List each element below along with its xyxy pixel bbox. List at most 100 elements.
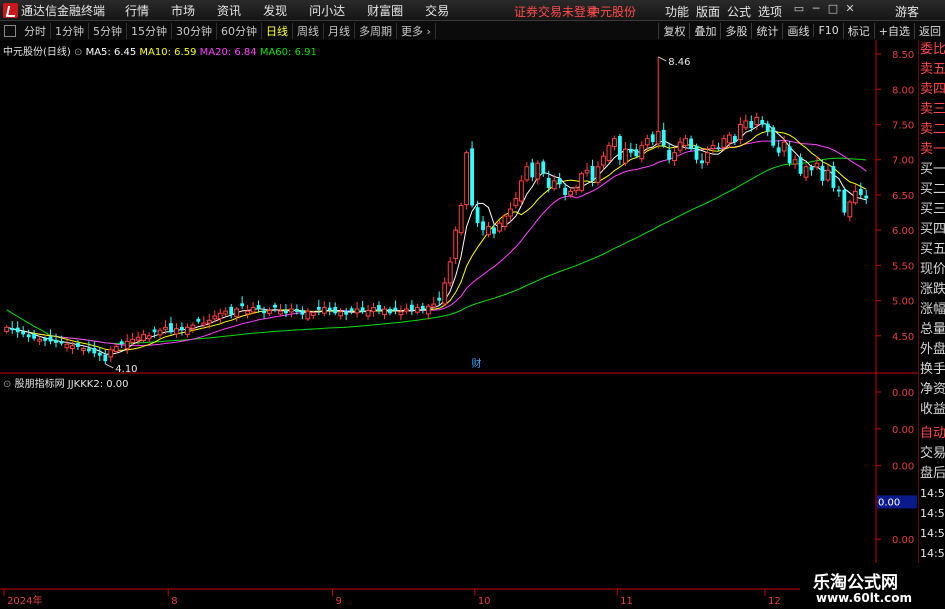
overlay-button[interactable]: 叠加 — [689, 22, 720, 39]
candle-body — [86, 348, 91, 352]
side-label: 现价 — [920, 262, 945, 277]
period-tab[interactable]: 5分钟 — [89, 22, 127, 39]
candle-body — [820, 165, 825, 181]
candle-body — [37, 338, 43, 342]
period-tab[interactable]: 周线 — [293, 22, 324, 39]
period-tab[interactable]: 1分钟 — [51, 22, 89, 39]
minimize-icon[interactable]: ─ — [810, 2, 822, 16]
candle-body — [705, 152, 710, 163]
back-button[interactable]: 返回 — [914, 22, 945, 39]
add-watchlist-button[interactable]: +自选 — [873, 22, 914, 39]
candle-body — [349, 308, 354, 312]
tool-function[interactable]: 功能 — [665, 3, 689, 20]
quote-side-panel: 委比 卖五 卖四 卖三 卖二 卖一 买一 买二 买三 买四 买五 现价 涨跌 涨幅 总量 外盘 换手 净资 收益 自… — [918, 40, 945, 609]
candle-body — [721, 138, 727, 148]
candle-body — [217, 312, 223, 320]
candle-body — [398, 311, 404, 316]
f10-button[interactable]: F10 — [813, 24, 842, 37]
indicator-current-value: 0.00 — [878, 497, 900, 508]
candle-body — [639, 145, 645, 160]
multi-stock-button[interactable]: 多股 — [720, 22, 751, 39]
candle-body — [43, 338, 47, 341]
kline-chart[interactable]: 4.50 5.00 5.50 6.00 6.50 7.00 7.50 8.00 8.50 0.00… — [0, 40, 918, 609]
side-label: 涨跌 — [920, 282, 945, 297]
candle-body — [683, 138, 689, 146]
candle-body — [80, 347, 86, 351]
period-toolbar: 分时 1分钟 5分钟 15分钟 30分钟 60分钟 日线 周线 月线 多周期 更… — [0, 21, 945, 41]
candle-body — [535, 162, 541, 180]
candle-body — [825, 169, 831, 181]
candle-body — [388, 309, 392, 314]
menu-item-trade[interactable]: 交易 — [425, 2, 449, 19]
candle-body — [475, 207, 480, 224]
candle-body — [229, 306, 234, 315]
menu-item-market[interactable]: 行情 — [125, 2, 149, 19]
adjust-button[interactable]: 复权 — [658, 22, 689, 39]
period-tab[interactable]: 多周期 — [355, 22, 397, 39]
candle-body — [754, 116, 760, 126]
candle-body — [760, 120, 765, 125]
menu-item-markets[interactable]: 市场 — [171, 2, 195, 19]
candle-body — [595, 166, 601, 184]
candle-body — [507, 208, 513, 217]
candle-body — [119, 341, 124, 345]
period-tab[interactable]: 分时 — [20, 22, 51, 39]
settings-circle-icon[interactable]: ⊙ — [3, 379, 11, 390]
stats-button[interactable]: 统计 — [751, 22, 782, 39]
candle-body — [64, 343, 70, 349]
candle-body — [240, 303, 245, 307]
close-icon[interactable]: ✕ — [844, 2, 856, 16]
side-time-label: 14:56 — [920, 547, 945, 560]
period-tab[interactable]: 15分钟 — [127, 22, 172, 39]
price-tick-label: 7.00 — [892, 156, 914, 167]
period-tab[interactable]: 60分钟 — [217, 22, 262, 39]
candle-body — [327, 307, 332, 311]
layout-grid-icon[interactable] — [4, 24, 16, 37]
period-tab-daily[interactable]: 日线 — [262, 22, 293, 39]
candle-body — [184, 326, 190, 335]
menu-item-ask[interactable]: 问小达 — [309, 2, 345, 19]
candle-body — [21, 331, 26, 335]
menu-item-discover[interactable]: 发现 — [263, 2, 287, 19]
login-status[interactable]: 证券交易未登录 — [514, 3, 598, 20]
candle-body — [486, 226, 491, 235]
candle-body — [180, 327, 184, 331]
period-tab-more[interactable]: 更多 › — [397, 22, 436, 39]
menu-item-wealth[interactable]: 财富圈 — [367, 2, 403, 19]
candle-body — [354, 308, 360, 314]
candle-body — [289, 308, 294, 313]
candle-body — [174, 328, 179, 335]
candle-body — [803, 166, 809, 178]
settings-circle-icon[interactable]: ⊙ — [74, 47, 82, 58]
candle-body — [458, 205, 464, 234]
candle-body — [447, 261, 453, 284]
chart-stock-title: 中元股份(日线) — [3, 47, 71, 58]
period-tab[interactable]: 月线 — [324, 22, 355, 39]
guest-user[interactable]: 游客 — [895, 3, 919, 20]
draw-line-button[interactable]: 画线 — [782, 22, 813, 39]
candle-body — [146, 335, 152, 340]
tool-layout[interactable]: 版面 — [696, 3, 720, 20]
candle-body — [262, 310, 266, 314]
shrink-icon[interactable]: ▭ — [793, 2, 805, 16]
candle-body — [305, 310, 311, 320]
candle-body — [716, 147, 721, 150]
candle-body — [513, 197, 519, 207]
menu-item-news[interactable]: 资讯 — [217, 2, 241, 19]
candle-body — [333, 307, 338, 314]
side-trade-label: 自动 — [920, 426, 945, 441]
side-label: 外盘 — [920, 342, 945, 357]
side-time-label: 14:56 — [920, 507, 945, 520]
candle-body — [776, 147, 781, 153]
candle-body — [557, 178, 562, 185]
candle-body — [403, 308, 409, 312]
tool-options[interactable]: 选项 — [758, 3, 782, 20]
side-label: 卖三 — [920, 102, 945, 117]
candle-body — [316, 306, 321, 310]
price-tick-label: 4.50 — [892, 332, 914, 343]
maximize-icon[interactable]: □ — [827, 2, 839, 16]
mark-button[interactable]: 标记 — [842, 22, 874, 39]
period-tab[interactable]: 30分钟 — [172, 22, 217, 39]
tool-formula[interactable]: 公式 — [727, 3, 751, 20]
candle-body — [92, 347, 97, 354]
